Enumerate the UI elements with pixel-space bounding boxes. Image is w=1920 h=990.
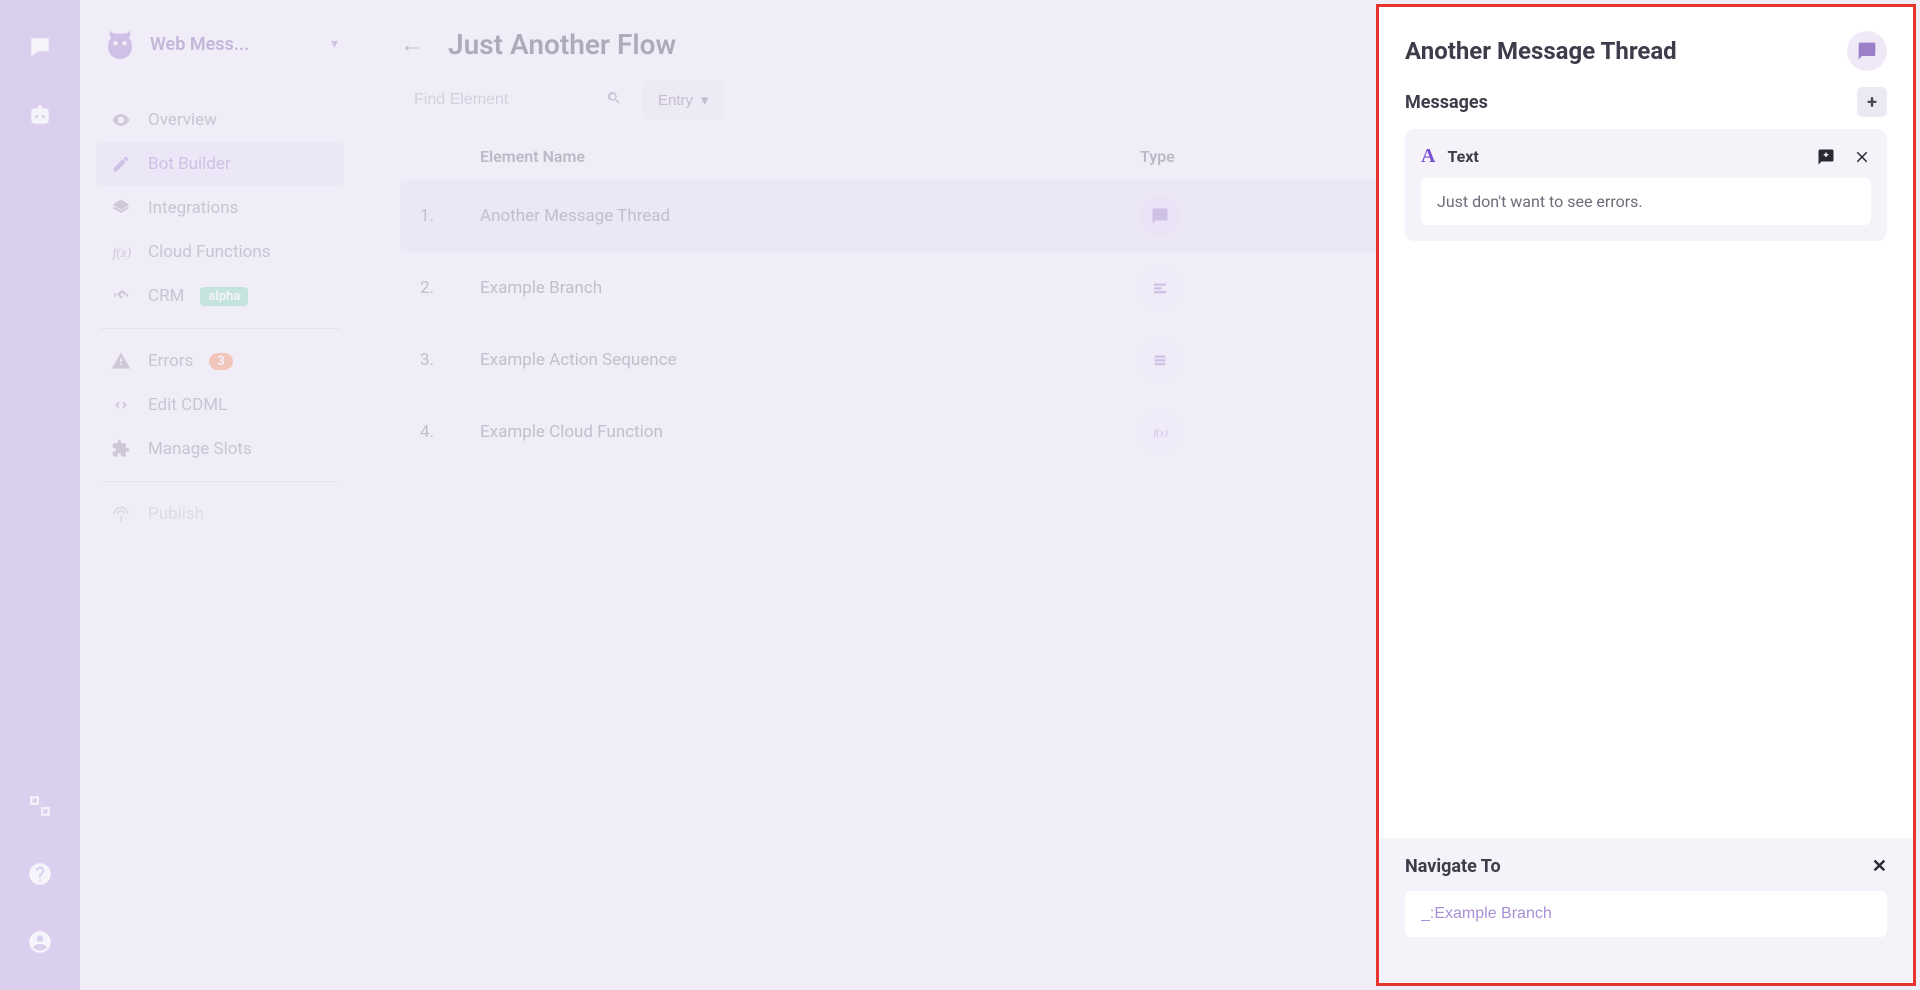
chat-icon	[1140, 196, 1180, 236]
sidebar: Web Mess... ▾ Overview Bot Builder Integ…	[80, 0, 360, 990]
nav-edit-cdml[interactable]: Edit CDML	[96, 383, 344, 427]
nav-divider	[100, 328, 340, 329]
error-badge: 3	[209, 353, 232, 370]
row-name: Example Branch	[480, 278, 1140, 298]
add-message-button[interactable]: +	[1857, 87, 1887, 117]
nav-errors[interactable]: Errors 3	[96, 339, 344, 383]
eye-icon	[110, 110, 132, 130]
row-index: 4.	[420, 422, 480, 442]
search-input[interactable]	[400, 81, 630, 119]
row-index: 2.	[420, 278, 480, 298]
row-index: 3.	[420, 350, 480, 370]
entry-dropdown[interactable]: Entry ▾	[642, 81, 725, 119]
owl-icon	[102, 26, 138, 62]
code-icon	[110, 395, 132, 415]
row-name: Another Message Thread	[480, 206, 1140, 226]
nav-label: Bot Builder	[148, 154, 231, 174]
workspace-switcher[interactable]: Web Mess... ▾	[96, 18, 344, 70]
search-icon[interactable]	[606, 90, 622, 110]
detail-title: Another Message Thread	[1405, 37, 1677, 65]
navigate-to-section: Navigate To ✕	[1379, 838, 1913, 983]
pencil-icon	[110, 154, 132, 174]
row-index: 1.	[420, 206, 480, 226]
robot-icon[interactable]	[20, 96, 60, 136]
help-icon[interactable]	[20, 854, 60, 894]
navigate-to-input[interactable]	[1405, 891, 1887, 937]
nav-divider	[100, 481, 340, 482]
handshake-icon	[110, 286, 132, 306]
fx-icon: f(x)	[1140, 412, 1180, 452]
row-name: Example Cloud Function	[480, 422, 1140, 442]
puzzle-icon	[110, 439, 132, 459]
row-name: Example Action Sequence	[480, 350, 1140, 370]
nav-cloud-functions[interactable]: f(x) Cloud Functions	[96, 230, 344, 274]
nav-label: Cloud Functions	[148, 242, 271, 262]
col-element-name: Element Name	[480, 147, 1140, 166]
workspace-title: Web Mess...	[150, 34, 319, 55]
add-bubble-icon[interactable]	[1817, 148, 1835, 166]
back-button[interactable]: ←	[400, 30, 424, 59]
translate-icon[interactable]	[20, 786, 60, 826]
nav-publish[interactable]: Publish	[96, 492, 344, 536]
account-icon[interactable]	[20, 922, 60, 962]
thread-type-icon[interactable]	[1847, 31, 1887, 71]
nav-label: Integrations	[148, 198, 238, 218]
nav-integrations[interactable]: Integrations	[96, 186, 344, 230]
nav-label: Overview	[148, 110, 217, 130]
entry-label: Entry	[658, 92, 693, 109]
nav-label: Errors	[148, 351, 193, 371]
nav-manage-slots[interactable]: Manage Slots	[96, 427, 344, 471]
warning-icon	[110, 351, 132, 371]
clear-navigate-button[interactable]: ✕	[1872, 856, 1887, 877]
message-card: A Text Just don't want to see errors.	[1405, 129, 1887, 241]
navigate-label: Navigate To	[1405, 856, 1501, 877]
detail-panel: Another Message Thread Messages + A Text…	[1376, 4, 1916, 986]
sequence-icon	[1140, 340, 1180, 380]
broadcast-icon	[110, 504, 132, 524]
card-label: Text	[1447, 147, 1805, 166]
layers-icon	[110, 198, 132, 218]
nav-label: Edit CDML	[148, 395, 227, 415]
alpha-tag: alpha	[200, 287, 248, 306]
svg-text:f(x): f(x)	[113, 245, 131, 260]
nav-label: CRM	[148, 286, 184, 306]
fx-icon: f(x)	[110, 242, 132, 262]
branch-icon	[1140, 268, 1180, 308]
chat-bubble-icon[interactable]	[20, 28, 60, 68]
delete-icon[interactable]	[1853, 148, 1871, 166]
nav-label: Manage Slots	[148, 439, 252, 459]
chevron-down-icon: ▾	[331, 36, 338, 52]
chevron-down-icon: ▾	[701, 91, 709, 109]
text-type-icon: A	[1421, 145, 1435, 168]
nav-overview[interactable]: Overview	[96, 98, 344, 142]
message-body[interactable]: Just don't want to see errors.	[1421, 178, 1871, 225]
messages-label: Messages	[1405, 92, 1488, 113]
nav-bot-builder[interactable]: Bot Builder	[96, 142, 344, 186]
svg-text:f(x): f(x)	[1153, 428, 1168, 439]
page-title: Just Another Flow	[448, 28, 676, 61]
nav-label: Publish	[148, 504, 204, 524]
nav-crm[interactable]: CRM alpha	[96, 274, 344, 318]
icon-rail	[0, 0, 80, 990]
